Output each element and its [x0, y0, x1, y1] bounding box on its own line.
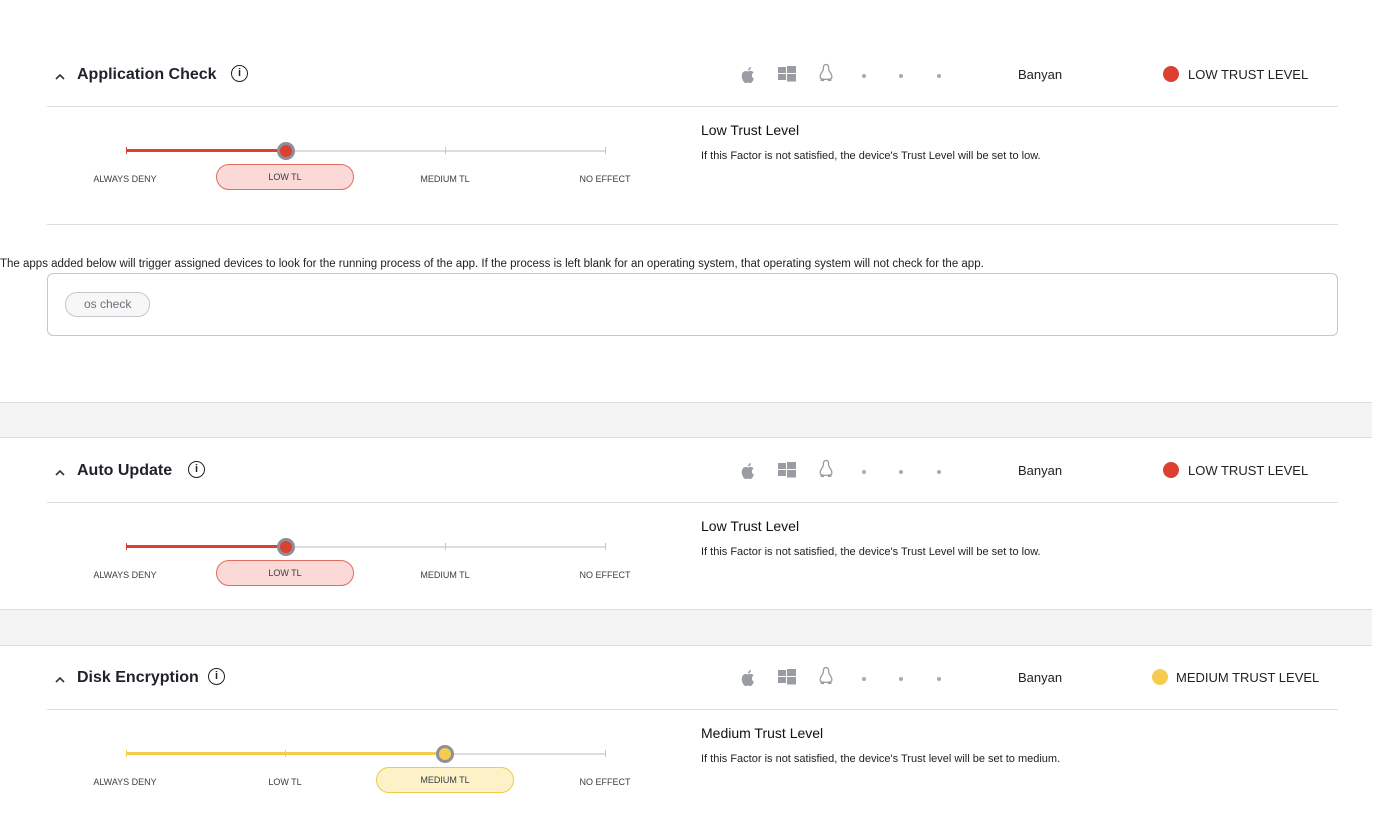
slider-tick — [445, 147, 446, 154]
os-dot — [862, 677, 866, 681]
trust-level-description: If this Factor is not satisfied, the dev… — [701, 753, 1061, 765]
slider-knob[interactable] — [277, 142, 295, 160]
linux-icon — [818, 63, 834, 88]
chevron-up-icon[interactable] — [55, 673, 65, 687]
slider-tick — [126, 147, 127, 154]
factor-source: Banyan — [1018, 67, 1063, 82]
step-always-deny[interactable]: ALWAYS DENY — [85, 570, 165, 580]
windows-icon — [778, 66, 796, 87]
step-no-effect[interactable]: NO EFFECT — [565, 174, 645, 184]
trust-level-description: If this Factor is not satisfied, the dev… — [701, 150, 1041, 162]
info-icon[interactable]: i — [188, 461, 205, 478]
slider-tick — [605, 750, 606, 757]
section-separator — [0, 402, 1372, 438]
section-separator — [0, 609, 1372, 646]
trust-level-badge: LOW TRUST LEVEL — [1188, 67, 1309, 82]
factor-header[interactable]: Auto Update i Banyan LOW TRUST LEVEL — [47, 442, 1338, 503]
os-dot — [937, 677, 941, 681]
slider-tick — [605, 543, 606, 550]
linux-icon — [818, 666, 834, 691]
slider-tick — [605, 147, 606, 154]
factor-auto-update: Auto Update i Banyan LOW TRUST LEVEL ALW… — [47, 442, 1338, 609]
trust-level-description: If this Factor is not satisfied, the dev… — [701, 546, 1041, 558]
factor-title: Application Check — [77, 66, 217, 83]
slider-fill — [126, 545, 286, 548]
slider-knob[interactable] — [436, 745, 454, 763]
info-icon[interactable]: i — [231, 65, 248, 82]
factor-title: Disk Encryption — [77, 669, 199, 686]
step-low-tl[interactable]: LOW TL — [245, 777, 325, 787]
slider-knob[interactable] — [277, 538, 295, 556]
step-medium-tl[interactable]: MEDIUM TL — [376, 767, 514, 793]
factor-disk-encryption: Disk Encryption i Banyan MEDIUM TRUST LE… — [47, 649, 1338, 819]
slider-fill — [126, 149, 286, 152]
factor-source: Banyan — [1018, 670, 1063, 685]
trust-level-badge: LOW TRUST LEVEL — [1188, 463, 1309, 478]
step-always-deny[interactable]: ALWAYS DENY — [85, 777, 165, 787]
apps-note: The apps added below will trigger assign… — [0, 258, 984, 270]
trust-level-slider[interactable]: ALWAYS DENY LOW TL MEDIUM TL NO EFFECT — [47, 709, 687, 793]
os-dot — [899, 677, 903, 681]
info-icon[interactable]: i — [208, 668, 225, 685]
trust-level-slider[interactable]: ALWAYS DENY LOW TL MEDIUM TL NO EFFECT — [47, 106, 687, 190]
trust-level-dot — [1152, 669, 1168, 685]
step-medium-tl[interactable]: MEDIUM TL — [405, 174, 485, 184]
app-chip[interactable]: os check — [65, 292, 151, 317]
trust-level-title: Medium Trust Level — [701, 725, 824, 741]
step-always-deny[interactable]: ALWAYS DENY — [85, 174, 165, 184]
trust-level-dot — [1163, 462, 1179, 478]
step-low-tl[interactable]: LOW TL — [216, 164, 354, 190]
windows-icon — [778, 462, 796, 483]
trust-level-dot — [1163, 66, 1179, 82]
chevron-up-icon[interactable] — [55, 70, 65, 84]
trust-level-title: Low Trust Level — [701, 518, 800, 534]
apple-icon — [740, 462, 756, 485]
slider-tick — [126, 543, 127, 550]
slider-tick — [445, 543, 446, 550]
os-dot — [899, 74, 903, 78]
factor-header[interactable]: Disk Encryption i Banyan MEDIUM TRUST LE… — [47, 649, 1338, 710]
factor-title: Auto Update — [77, 462, 173, 479]
os-dot — [862, 74, 866, 78]
divider — [47, 224, 1338, 225]
factor-source: Banyan — [1018, 463, 1063, 478]
trust-level-title: Low Trust Level — [701, 122, 800, 138]
step-no-effect[interactable]: NO EFFECT — [565, 570, 645, 580]
os-dot — [937, 74, 941, 78]
apple-icon — [740, 669, 756, 692]
step-low-tl[interactable]: LOW TL — [216, 560, 354, 586]
step-no-effect[interactable]: NO EFFECT — [565, 777, 645, 787]
linux-icon — [818, 459, 834, 484]
step-medium-tl[interactable]: MEDIUM TL — [405, 570, 485, 580]
windows-icon — [778, 669, 796, 690]
slider-tick — [126, 750, 127, 757]
apps-input-box[interactable]: os check — [47, 273, 1338, 336]
trust-level-badge: MEDIUM TRUST LEVEL — [1176, 670, 1320, 685]
factor-application-check: Application Check i Banyan LOW TRUST LEV… — [0, 46, 1338, 346]
os-dot — [862, 470, 866, 474]
apple-icon — [740, 66, 756, 89]
slider-tick — [285, 750, 286, 757]
factor-header[interactable]: Application Check i Banyan LOW TRUST LEV… — [47, 46, 1338, 107]
chevron-up-icon[interactable] — [55, 466, 65, 480]
os-dot — [937, 470, 941, 474]
os-dot — [899, 470, 903, 474]
trust-level-slider[interactable]: ALWAYS DENY LOW TL MEDIUM TL NO EFFECT — [47, 502, 687, 586]
